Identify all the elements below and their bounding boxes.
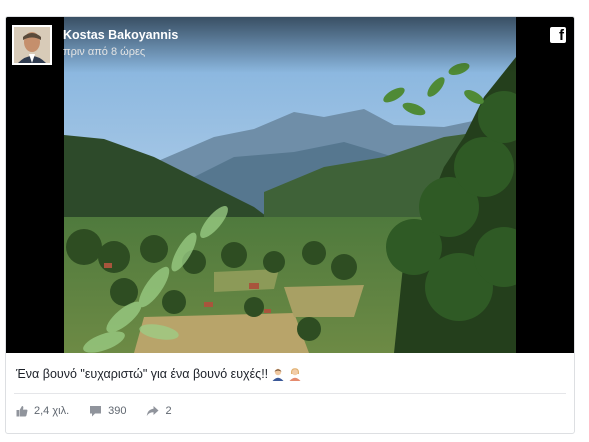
woman-emoji-icon [288,367,302,381]
caption-text: Ένα βουνό "ευχαριστώ" για ένα βουνό ευχέ… [16,367,269,381]
comment-icon [90,406,102,417]
header-gradient [6,17,574,73]
facebook-post-embed: Kostas Bakoyannis πριν από 8 ώρες f Ένα … [5,16,575,434]
post-media[interactable]: Kostas Bakoyannis πριν από 8 ώρες f [6,17,574,353]
man-emoji-icon [271,367,285,381]
comment-count: 390 [108,405,127,417]
share-count: 2 [165,405,172,417]
like-icon [16,406,28,417]
post-timestamp[interactable]: πριν από 8 ώρες [63,46,145,58]
facebook-icon[interactable]: f [550,27,566,43]
like-count: 2,4 χιλ. [34,405,70,417]
share-icon [147,406,159,416]
divider [14,393,566,394]
like-stat[interactable]: 2,4 χιλ. [16,405,69,417]
post-stats: 2,4 χιλ. 390 2 [16,405,192,417]
author-avatar[interactable] [12,25,52,65]
author-name[interactable]: Kostas Bakoyannis [63,28,178,42]
comment-stat[interactable]: 390 [89,405,126,417]
share-stat[interactable]: 2 [146,405,172,417]
post-caption: Ένα βουνό "ευχαριστώ" για ένα βουνό ευχέ… [16,367,302,381]
